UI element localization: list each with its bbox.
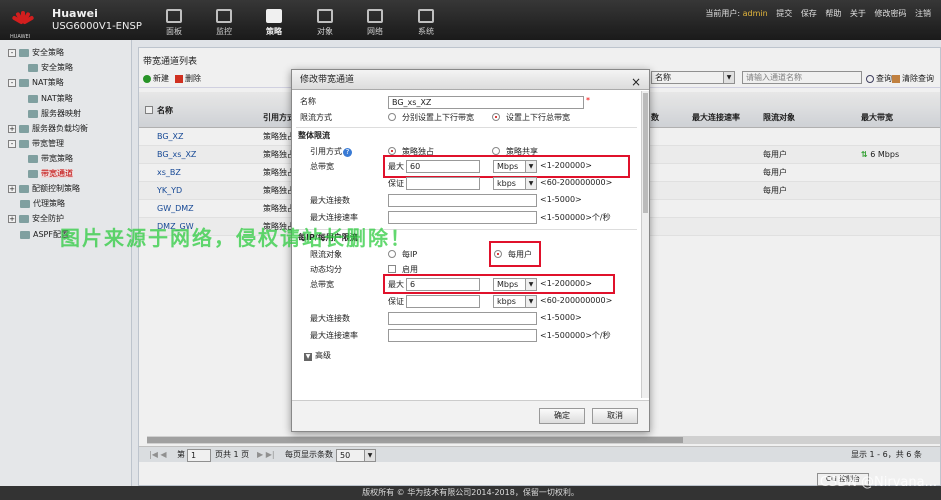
help-icon[interactable]: ? [343, 148, 352, 157]
highlight-box [383, 155, 630, 178]
per-guarantee-range-hint: <60-200000000> [540, 296, 613, 305]
overall-section-title: 整体限流 [298, 131, 330, 140]
chevron-down-icon: ▼ [525, 296, 536, 307]
per-guarantee-input[interactable] [406, 295, 480, 308]
ref-exclusive-radio[interactable] [388, 147, 396, 155]
dialog-scrollbar[interactable] [641, 91, 649, 398]
ok-button[interactable]: 确定 [539, 408, 585, 424]
unit-value: kbps [497, 179, 516, 188]
unit-value: kbps [497, 297, 516, 306]
ref-label-text: 引用方式 [310, 147, 342, 156]
conn-range-hint: <1-5000> [540, 195, 582, 204]
mode-opt1-label: 分别设置上下行带宽 [402, 113, 474, 122]
close-icon[interactable]: × [631, 72, 641, 92]
mode-separate-radio[interactable] [388, 113, 396, 121]
chevron-down-icon: ▼ [525, 178, 536, 189]
guarantee-unit-select[interactable]: kbps ▼ [493, 177, 537, 190]
dialog-title-text: 修改带宽通道 [300, 75, 355, 85]
rate-range-hint: <1-500000>个/秒 [540, 213, 611, 222]
guarantee-label: 保证 [388, 179, 404, 188]
guarantee-range-hint: <60-200000000> [540, 178, 613, 187]
per-conn-range-hint: <1-5000> [540, 313, 582, 322]
highlight-box [489, 241, 541, 267]
dialog-title: 修改带宽通道 × [292, 70, 649, 90]
expand-arrow-icon: ▼ [304, 353, 312, 361]
dialog-footer: 确定 取消 [292, 400, 649, 431]
guarantee-input[interactable] [406, 177, 480, 190]
required-mark: * [586, 96, 590, 105]
max-conn-label: 最大连接数 [310, 196, 350, 205]
per-rate-range-hint: <1-500000>个/秒 [540, 331, 611, 340]
per-total-bw-label: 总带宽 [310, 280, 334, 289]
dynamic-share-label: 动态均分 [310, 265, 342, 274]
per-max-rate-input[interactable] [388, 329, 537, 342]
scroll-thumb[interactable] [643, 93, 648, 213]
cancel-button[interactable]: 取消 [592, 408, 638, 424]
footer: 版权所有 © 华为技术有限公司2014-2018，保留一切权利。 [0, 486, 941, 500]
total-bw-label: 总带宽 [310, 162, 334, 171]
per-guarantee-unit-select[interactable]: kbps ▼ [493, 295, 537, 308]
per-max-conn-input[interactable] [388, 312, 537, 325]
advanced-toggle[interactable]: ▼ 高级 [304, 350, 331, 361]
mode-label: 限流方式 [300, 113, 332, 122]
advanced-label: 高级 [315, 351, 331, 360]
ref-label: 引用方式? [310, 146, 352, 157]
name-label: 名称 [300, 97, 316, 106]
dynamic-share-checkbox[interactable] [388, 265, 396, 273]
highlight-box [383, 274, 615, 294]
mode-total-radio[interactable] [492, 113, 500, 121]
corner-watermark: CSDN @Nirvana... [819, 475, 937, 490]
ref-shared-radio[interactable] [492, 147, 500, 155]
name-input[interactable]: BG_xs_XZ [388, 96, 584, 109]
watermark-text: 图片来源于网络，侵权请站长删除！ [60, 226, 412, 250]
per-ip-radio[interactable] [388, 250, 396, 258]
per-max-conn-label: 最大连接数 [310, 314, 350, 323]
per-guarantee-label: 保证 [388, 297, 404, 306]
divider [296, 127, 637, 128]
per-max-rate-label: 最大连接速率 [310, 331, 358, 340]
mode-opt2-label: 设置上下行总带宽 [506, 113, 570, 122]
max-conn-input[interactable] [388, 194, 537, 207]
